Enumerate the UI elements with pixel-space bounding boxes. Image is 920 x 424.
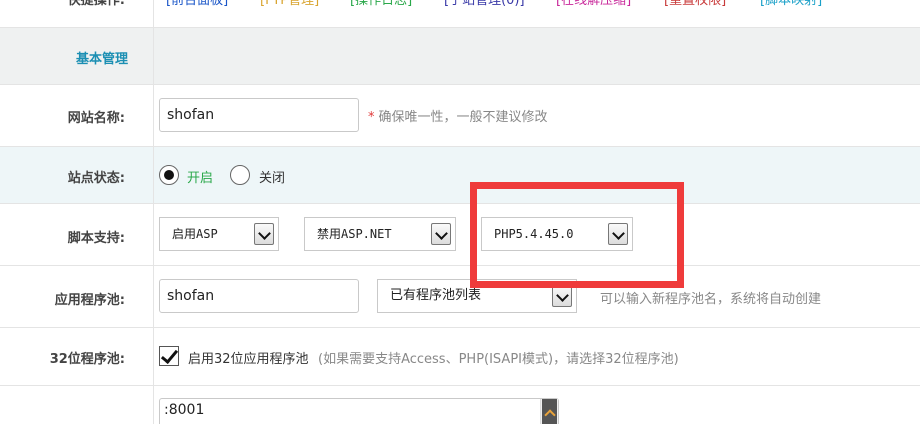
site-name-row: 网站名称: shofan * 确保唯一性，一般不建议修改	[0, 85, 920, 147]
pool32-hint: (如果需要支持Access、PHP(ISAPI模式)，请选择32位程序池)	[318, 352, 679, 367]
link-reset-permissions[interactable]: [重置权限]	[664, 0, 726, 8]
required-star: *	[368, 110, 375, 125]
chevron-down-icon[interactable]	[431, 223, 451, 245]
radio-enable[interactable]	[159, 165, 179, 185]
chevron-down-icon[interactable]	[552, 285, 572, 307]
label-column: 网站名称:	[0, 85, 154, 146]
site-state-label: 站点状态:	[67, 171, 125, 186]
radio-enable-label[interactable]: 开启	[187, 167, 213, 186]
app-pool-label: 应用程序池:	[54, 293, 125, 308]
section-title: 基本管理	[76, 52, 129, 67]
chevron-down-icon[interactable]	[254, 223, 274, 245]
link-online-unzip[interactable]: [在线解压缩]	[556, 0, 631, 8]
radio-disable-label[interactable]: 关闭	[259, 167, 285, 186]
section-header-row: 基本管理	[0, 28, 920, 85]
label-column: 应用程序池:	[0, 266, 154, 327]
binding-row: :8001	[0, 386, 920, 424]
link-operation-log[interactable]: [操作日志]	[350, 0, 412, 8]
pool32-row: 32位程序池: 启用32位应用程序池 (如果需要支持Access、PHP(ISA…	[0, 328, 920, 386]
radio-disable[interactable]	[230, 165, 250, 185]
asp-select-value: 启用ASP	[172, 227, 218, 241]
quick-ops-row: 快捷操作: [前台面板] [FTP管理] [操作日志] [子站管理(0)] [在…	[0, 0, 920, 28]
site-name-hint: * 确保唯一性，一般不建议修改	[368, 106, 548, 125]
binding-scrollbar[interactable]	[540, 399, 558, 424]
binding-textarea[interactable]: :8001	[159, 398, 559, 424]
pool32-checkbox[interactable]	[159, 346, 179, 366]
site-name-hint-text: 确保唯一性，一般不建议修改	[378, 110, 548, 125]
script-support-label: 脚本支持:	[67, 231, 125, 246]
link-subsite-manage[interactable]: [子站管理(0)]	[444, 0, 525, 8]
aspnet-select-value: 禁用ASP.NET	[317, 227, 392, 241]
site-name-input[interactable]: shofan	[159, 98, 359, 132]
link-frontend-panel[interactable]: [前台面板]	[166, 0, 228, 8]
site-name-label: 网站名称:	[67, 111, 125, 126]
link-ftp-manage[interactable]: [FTP管理]	[260, 0, 319, 8]
app-pool-select-value: 已有程序池列表	[390, 288, 482, 303]
label-column: 脚本支持:	[0, 204, 154, 265]
script-support-row: 脚本支持: 启用ASP 禁用ASP.NET PHP5.4.45.0	[0, 204, 920, 266]
label-column	[0, 386, 154, 424]
aspnet-select[interactable]: 禁用ASP.NET	[304, 217, 456, 251]
label-column: 32位程序池:	[0, 328, 154, 385]
pool32-label: 32位程序池:	[49, 352, 125, 367]
app-pool-hint: 可以输入新程序池名，系统将自动创建	[600, 292, 822, 307]
scroll-up-icon[interactable]	[542, 399, 557, 424]
highlight-box	[470, 182, 684, 288]
asp-select[interactable]: 启用ASP	[159, 217, 279, 251]
label-column: 站点状态:	[0, 147, 154, 203]
link-script-mapping[interactable]: [脚本映射]	[760, 0, 822, 8]
quick-ops-label: 快捷操作:	[67, 0, 125, 8]
pool32-checkbox-label[interactable]: 启用32位应用程序池	[188, 348, 309, 367]
app-pool-row: 应用程序池: shofan 已有程序池列表 可以输入新程序池名，系统将自动创建	[0, 266, 920, 328]
binding-value: :8001	[164, 402, 205, 418]
site-state-row: 站点状态: 开启 关闭	[0, 147, 920, 204]
label-column: 基本管理	[0, 28, 154, 84]
app-pool-input[interactable]: shofan	[159, 279, 359, 313]
label-column: 快捷操作:	[0, 0, 154, 27]
